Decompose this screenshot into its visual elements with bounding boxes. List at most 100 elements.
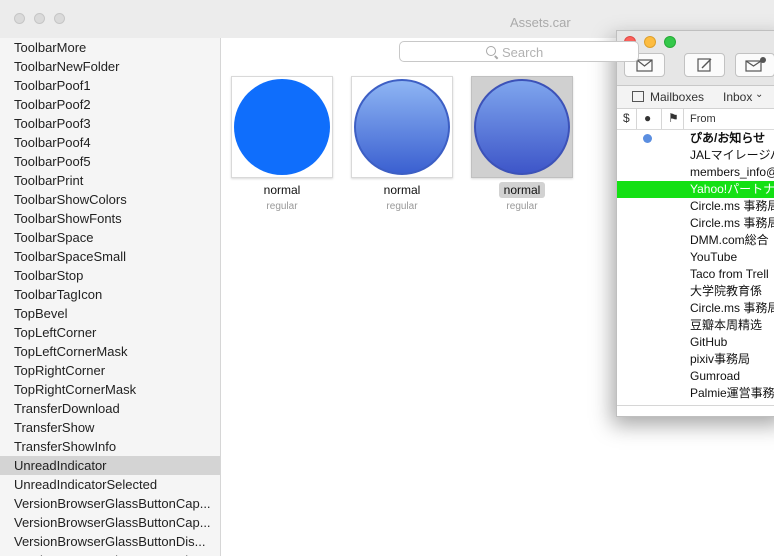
message-sender: Yahoo!パートナー — [690, 182, 774, 196]
sidebar-item[interactable]: TransferShowInfo — [0, 437, 220, 456]
sidebar-item[interactable]: ToolbarPoof3 — [0, 114, 220, 133]
sidebar-item[interactable]: ToolbarStop — [0, 266, 220, 285]
window-title: Assets.car — [510, 15, 571, 30]
sidebar-item[interactable]: TransferDownload — [0, 399, 220, 418]
minimize-button[interactable] — [34, 13, 45, 24]
sidebar-item[interactable]: VersionBrowserGlassButtonCap... — [0, 494, 220, 513]
sidebar-item[interactable]: ToolbarPoof2 — [0, 95, 220, 114]
sidebar-item[interactable]: VersionBrowserGlassButtonCap... — [0, 513, 220, 532]
message-sender: members_info@ — [690, 165, 774, 179]
sidebar-item[interactable]: VersionBrowserGlassButtonDis... — [0, 551, 220, 556]
message-sender: YouTube — [690, 250, 738, 264]
message-list-footer — [617, 405, 774, 406]
unread-dot-icon — [643, 134, 652, 143]
mail-window: Mailboxes Inbox ⌄ $ ● ⚑ From ぴあ/お知らせ JALマ… — [616, 30, 774, 417]
message-row[interactable]: Circle.ms 事務局 — [617, 198, 774, 215]
zoom-button[interactable] — [54, 13, 65, 24]
sidebar-item[interactable]: ToolbarNewFolder — [0, 57, 220, 76]
search-placeholder: Search — [502, 45, 544, 60]
asset-sublabel: regular — [386, 201, 418, 212]
asset-label: normal — [383, 183, 421, 197]
message-row[interactable]: ぴあ/お知らせ — [617, 130, 774, 147]
asset-label: normal — [471, 182, 573, 198]
sidebar-item[interactable]: ToolbarPoof1 — [0, 76, 220, 95]
sidebar-item[interactable]: ToolbarSpace — [0, 228, 220, 247]
inbox-button[interactable]: Inbox — [723, 90, 752, 104]
message-row[interactable]: Circle.ms 事務局 — [617, 300, 774, 317]
sidebar-item[interactable]: ToolbarPrint — [0, 171, 220, 190]
message-row[interactable]: 大学院教育係 — [617, 283, 774, 300]
message-row[interactable]: Gumroad — [617, 368, 774, 385]
sidebar-item[interactable]: TopRightCornerMask — [0, 380, 220, 399]
new-message-button[interactable] — [735, 53, 774, 77]
sidebar-item[interactable]: ToolbarShowFonts — [0, 209, 220, 228]
mail-minimize-button[interactable] — [644, 36, 656, 48]
asset-item-2[interactable]: normal regular — [351, 76, 453, 212]
sidebar-item[interactable]: TopLeftCornerMask — [0, 342, 220, 361]
message-sender: pixiv事務局 — [690, 352, 751, 366]
from-column-header[interactable]: From — [690, 113, 716, 125]
search-field[interactable]: Search — [399, 41, 639, 62]
asset-label: normal — [263, 183, 301, 197]
asset-list-sidebar[interactable]: ToolbarMore ToolbarNewFolder ToolbarPoof1 T… — [0, 38, 221, 556]
sidebar-item[interactable]: VersionBrowserGlassButtonDis... — [0, 532, 220, 551]
message-sender: Gumroad — [690, 369, 741, 383]
message-list-header: $ ● ⚑ From — [617, 109, 774, 130]
unread-column-icon[interactable]: ● — [644, 111, 651, 125]
asset-thumbnail[interactable] — [231, 76, 333, 178]
message-row[interactable]: members_info@ — [617, 164, 774, 181]
sidebar-item[interactable]: ToolbarTagIcon — [0, 285, 220, 304]
close-button[interactable] — [14, 13, 25, 24]
mail-toolbar — [617, 31, 774, 86]
message-row[interactable]: Yahoo!パートナー — [617, 181, 774, 198]
new-message-icon — [745, 57, 766, 72]
sidebar-item[interactable]: UnreadIndicator — [0, 456, 220, 475]
message-sender: GitHub — [690, 335, 728, 349]
asset-sublabel: regular — [506, 201, 538, 212]
sidebar-icon[interactable] — [632, 91, 644, 102]
asset-item-1[interactable]: normal regular — [231, 76, 333, 212]
message-row[interactable]: DMM.com総合 — [617, 232, 774, 249]
sidebar-item[interactable]: TransferShow — [0, 418, 220, 437]
message-list[interactable]: ぴあ/お知らせ JALマイレージバ members_info@ Yahoo!パートナー… — [617, 130, 774, 402]
message-sender: JALマイレージバ — [690, 148, 774, 162]
message-row[interactable]: JALマイレージバ — [617, 147, 774, 164]
message-sender: DMM.com総合 — [690, 233, 769, 247]
attachment-column-icon[interactable]: $ — [623, 111, 630, 125]
message-sender: Circle.ms 事務局 — [690, 199, 774, 213]
sidebar-item[interactable]: ToolbarMore — [0, 38, 220, 57]
message-row[interactable]: Palmie運営事務局 — [617, 385, 774, 402]
asset-thumbnail[interactable] — [351, 76, 453, 178]
message-row[interactable]: GitHub — [617, 334, 774, 351]
sidebar-item[interactable]: TopRightCorner — [0, 361, 220, 380]
asset-thumbnail-selected[interactable] — [471, 76, 573, 178]
sidebar-item[interactable]: ToolbarPoof5 — [0, 152, 220, 171]
sidebar-item[interactable]: ToolbarShowColors — [0, 190, 220, 209]
message-row[interactable]: Taco from Trell — [617, 266, 774, 283]
message-sender: Circle.ms 事務局 — [690, 216, 774, 230]
sidebar-item[interactable]: TopBevel — [0, 304, 220, 323]
flag-column-icon[interactable]: ⚑ — [668, 111, 679, 125]
mailboxes-button[interactable]: Mailboxes — [650, 90, 704, 104]
message-row[interactable]: 豆瓣本周精选 — [617, 317, 774, 334]
chevron-down-icon[interactable]: ⌄ — [755, 89, 763, 100]
sidebar-item[interactable]: ToolbarPoof4 — [0, 133, 220, 152]
message-sender: 豆瓣本周精选 — [690, 318, 763, 332]
mail-zoom-button[interactable] — [664, 36, 676, 48]
sidebar-item[interactable]: TopLeftCorner — [0, 323, 220, 342]
message-row[interactable]: YouTube — [617, 249, 774, 266]
message-sender: Palmie運営事務局 — [690, 386, 774, 400]
message-row[interactable]: pixiv事務局 — [617, 351, 774, 368]
message-sender: ぴあ/お知らせ — [690, 131, 766, 145]
asset-item-3[interactable]: normal regular — [471, 76, 573, 212]
compose-button[interactable] — [684, 53, 725, 77]
message-sender: Circle.ms 事務局 — [690, 301, 774, 315]
sidebar-item[interactable]: UnreadIndicatorSelected — [0, 475, 220, 494]
message-sender: 大学院教育係 — [690, 284, 763, 298]
favorites-bar: Mailboxes Inbox ⌄ — [617, 86, 774, 109]
message-sender: Taco from Trell — [690, 267, 769, 281]
message-row[interactable]: Circle.ms 事務局 — [617, 215, 774, 232]
sidebar-item[interactable]: ToolbarSpaceSmall — [0, 247, 220, 266]
search-icon — [486, 46, 496, 56]
asset-sublabel: regular — [266, 201, 298, 212]
